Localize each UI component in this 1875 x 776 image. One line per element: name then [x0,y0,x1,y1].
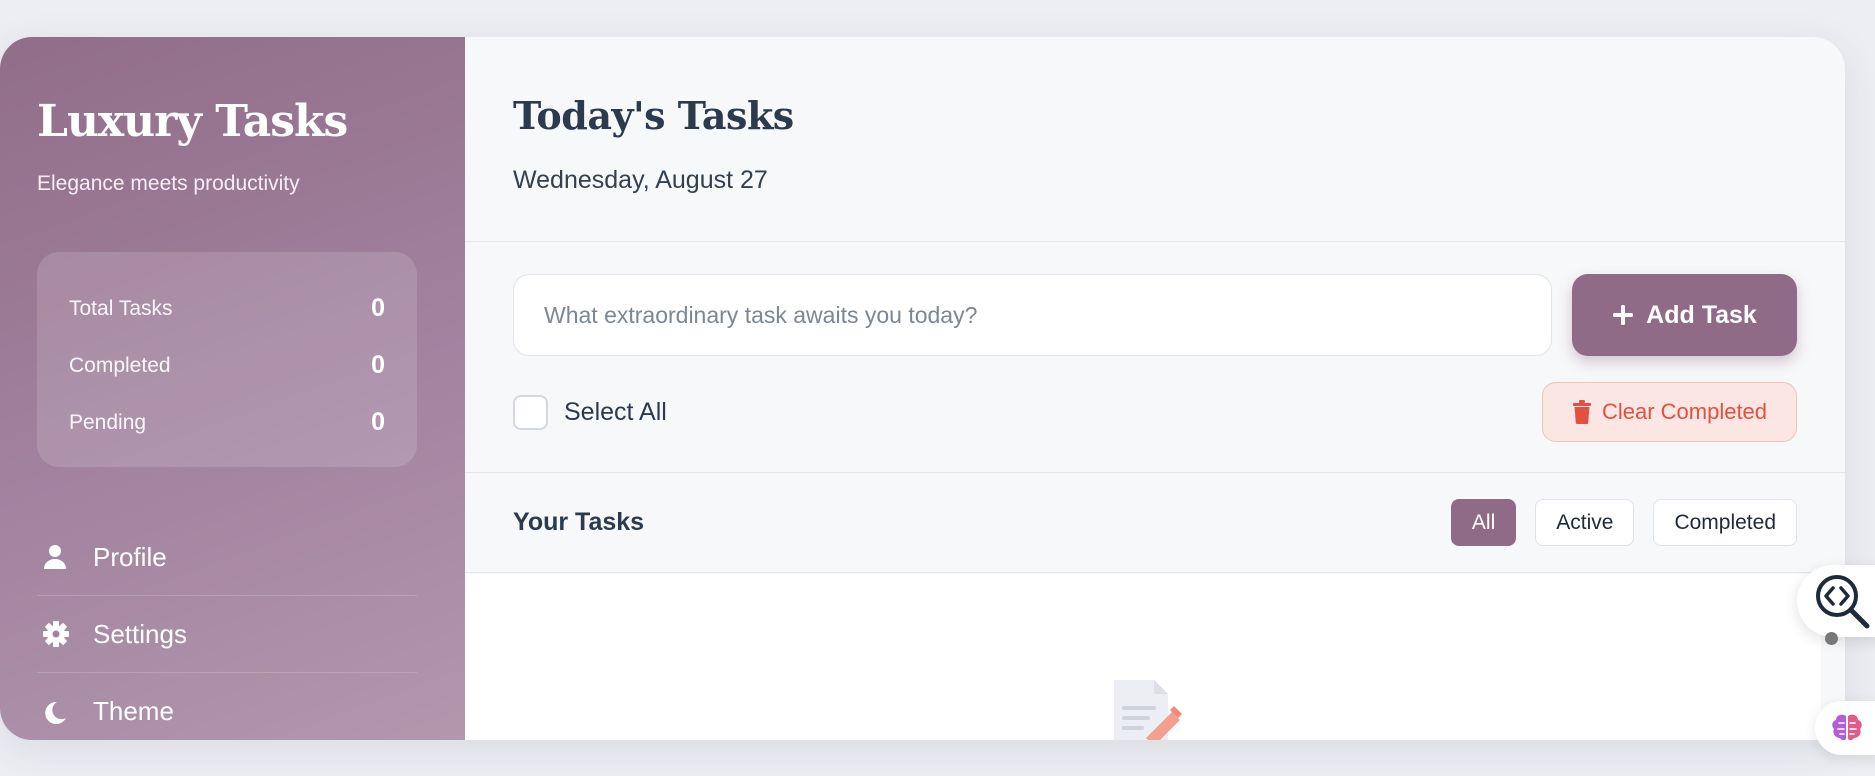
sidebar-item-theme[interactable]: Theme [37,673,417,740]
plus-icon [1613,305,1634,325]
brand-title: Luxury Tasks [37,96,348,147]
stat-completed: Completed 0 [69,337,385,394]
page-header: Today's Tasks Wednesday, August 27 [465,37,1845,242]
stat-value: 0 [371,351,385,379]
sidebar-item-label: Profile [93,541,167,572]
brand-subtitle: Elegance meets productivity [37,172,300,195]
sidebar-item-label: Theme [93,696,174,726]
task-input[interactable] [513,274,1552,356]
stat-pending: Pending 0 [69,394,385,451]
stats-card: Total Tasks 0 Completed 0 Pending 0 [37,252,417,467]
filter-active-button[interactable]: Active [1535,499,1635,546]
stat-label: Completed [69,353,171,377]
stat-label: Pending [69,410,147,434]
page-date: Wednesday, August 27 [513,166,768,194]
sidebar: Luxury Tasks Elegance meets productivity… [0,37,465,740]
add-task-label: Add Task [1646,300,1757,329]
document-edit-icon [1108,676,1188,740]
page-title: Today's Tasks [513,93,794,138]
brain-icon [1832,714,1862,741]
clear-completed-label: Clear Completed [1601,399,1768,424]
stat-value: 0 [371,408,385,436]
main-panel: Today's Tasks Wednesday, August 27 Add T… [465,37,1845,740]
task-composer: Add Task Select All Clear Completed [465,242,1845,473]
task-list [465,574,1821,740]
input-row: Add Task [513,274,1797,356]
add-task-button[interactable]: Add Task [1572,274,1797,356]
scroll-indicator [1825,632,1838,645]
sidebar-item-settings[interactable]: Settings [37,596,417,673]
sidebar-item-profile[interactable]: Profile [37,519,417,596]
app-window: Luxury Tasks Elegance meets productivity… [0,37,1845,740]
tasks-header: Your Tasks All Active Completed [465,473,1845,573]
stat-value: 0 [371,294,385,322]
sidebar-item-label: Settings [93,618,187,649]
select-all-checkbox[interactable] [513,394,548,430]
task-filters: All Active Completed [1450,499,1797,546]
moon-icon [37,700,93,724]
stat-total-tasks: Total Tasks 0 [69,280,385,337]
user-icon [37,544,93,570]
select-all[interactable]: Select All [513,394,667,430]
actions-row: Select All Clear Completed [513,382,1797,442]
sidebar-nav: Profile Settings Theme [37,519,417,740]
ai-assistant-button[interactable] [1815,701,1875,755]
code-search-icon [1816,575,1870,629]
trash-icon [1572,400,1591,424]
gear-icon [37,621,93,647]
code-search-button[interactable] [1797,565,1875,637]
clear-completed-button[interactable]: Clear Completed [1542,382,1797,442]
stat-label: Total Tasks [69,296,173,320]
tasks-section-title: Your Tasks [513,508,645,536]
filter-completed-button[interactable]: Completed [1653,499,1797,546]
filter-all-button[interactable]: All [1450,499,1517,546]
select-all-label: Select All [564,397,667,426]
